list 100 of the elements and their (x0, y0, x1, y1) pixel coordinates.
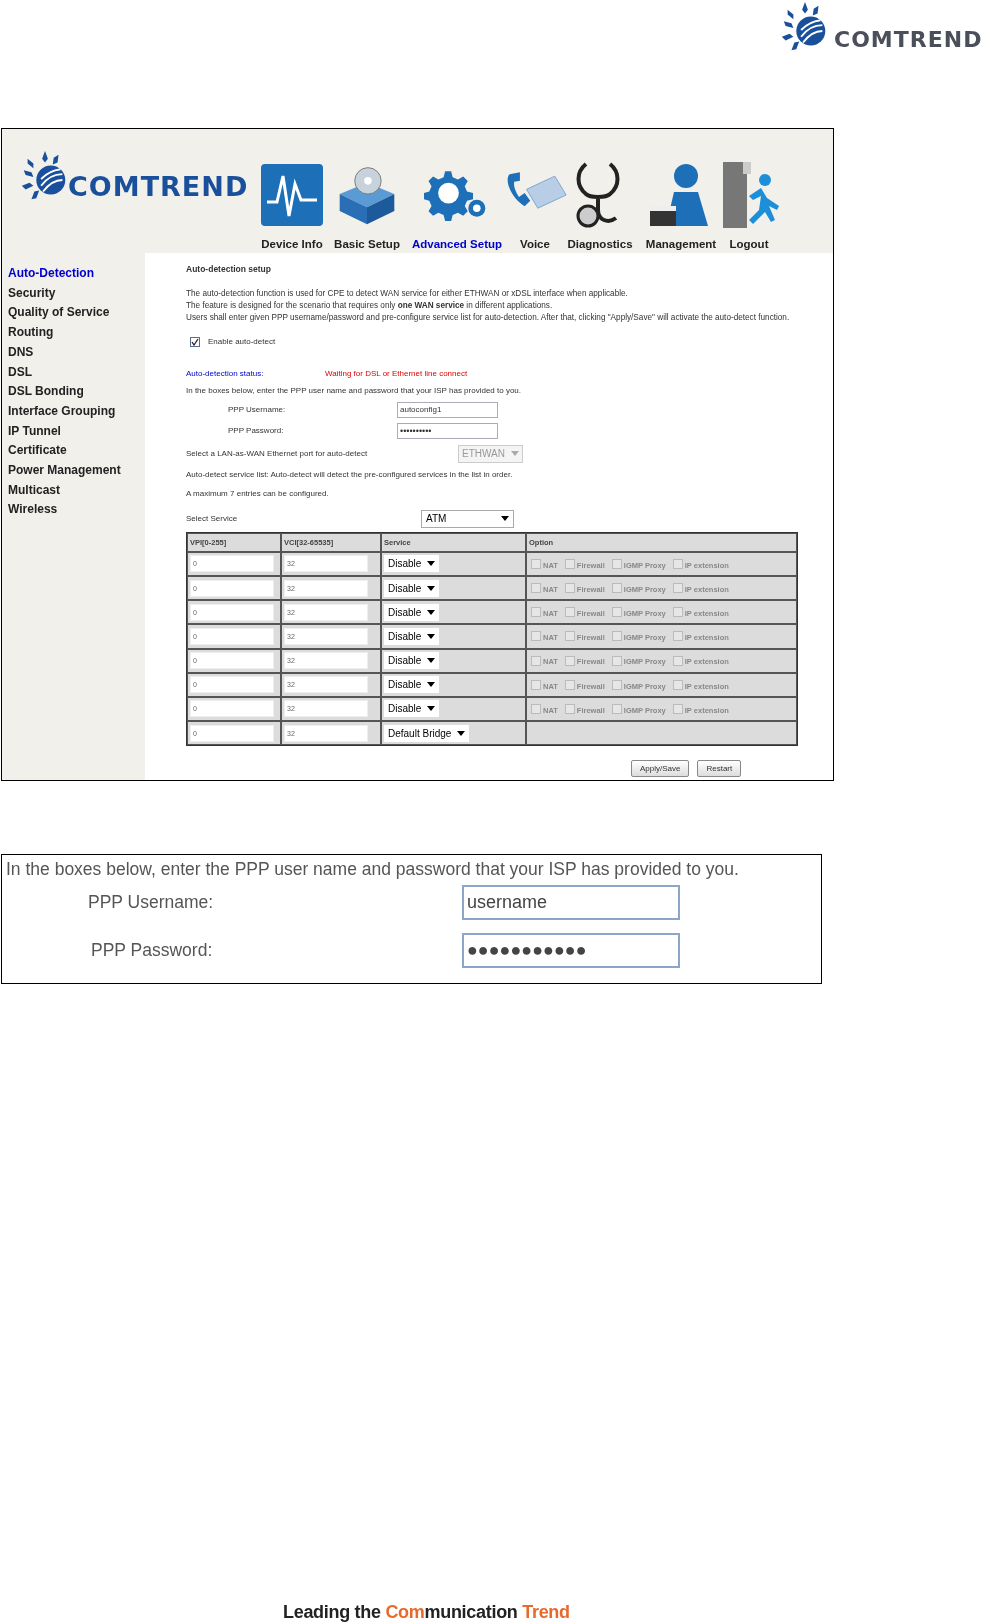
caret-icon (427, 561, 436, 567)
sidebar-item[interactable]: Wireless (8, 500, 145, 521)
checkbox[interactable] (611, 558, 622, 569)
dropdown[interactable]: Disable (384, 676, 440, 694)
router-logo: COMTREND (68, 169, 249, 204)
caret-icon (427, 658, 436, 664)
sidebar-item[interactable]: Certificate (8, 441, 145, 462)
section-heading: Auto-detection setup (186, 263, 271, 276)
checkbox[interactable] (672, 703, 683, 714)
dropdown-value: ATM (426, 512, 447, 527)
checkbox[interactable] (531, 607, 541, 618)
checkbox[interactable] (531, 583, 541, 594)
sidebar-item[interactable]: Routing (8, 323, 145, 343)
sidebar-item[interactable]: DSL (8, 362, 145, 383)
dropdown[interactable]: Default Bridge (384, 724, 470, 742)
checkbox[interactable] (564, 607, 575, 618)
sidebar-item[interactable]: Quality of Service (8, 303, 145, 324)
nav-tab[interactable]: Diagnostics (567, 235, 633, 253)
instruction-text: In the boxes below, enter the PPP user name and password that your ISP has provided to you. (6, 859, 740, 879)
field-label: Select Service (186, 512, 239, 525)
checkbox[interactable] (672, 631, 683, 642)
nav-tab[interactable]: Device Info (261, 235, 323, 253)
sidebar-item[interactable]: Auto-Detection (8, 264, 145, 284)
description-line: The auto-detection function is used for CPE to detect WAN service for either ETHWAN or xDSL interface when applicable. (186, 287, 628, 300)
checkbox[interactable] (611, 631, 622, 642)
password-field[interactable]: •••••••••• (397, 422, 498, 439)
checkbox[interactable] (564, 583, 575, 594)
dropdown[interactable]: Disable (384, 603, 440, 621)
sidebar-item[interactable]: IP Tunnel (8, 421, 145, 442)
checkbox[interactable] (611, 583, 622, 594)
dropdown[interactable]: Disable (384, 627, 440, 645)
caret-icon (427, 609, 436, 615)
info-text: Auto-detect service list: Auto-detect will detect the pre-configured services in the list in order. (186, 468, 513, 481)
checkbox[interactable] (611, 607, 622, 618)
caret-icon (511, 451, 519, 457)
dropdown[interactable]: ATM (421, 509, 514, 528)
checkbox[interactable] (531, 558, 541, 569)
status-value: Waiting for DSL or Ethernet line connect (325, 367, 468, 380)
nav-tab[interactable]: Logout (729, 235, 769, 253)
checkbox[interactable] (672, 655, 683, 666)
checkbox[interactable] (531, 703, 541, 714)
description-line: The feature is designed for the scenario that requires only one WAN service in different applications. (186, 299, 553, 312)
nav-tab[interactable]: Advanced Setup (411, 235, 503, 253)
dropdown[interactable]: Disable (384, 652, 440, 670)
checkbox[interactable] (564, 558, 575, 569)
dropdown-value: Disable (388, 605, 422, 620)
sidebar-item[interactable]: DNS (8, 342, 145, 363)
checkbox[interactable] (190, 336, 200, 347)
checkbox[interactable] (564, 631, 575, 642)
checkbox[interactable] (564, 703, 575, 714)
checkbox[interactable] (531, 655, 541, 666)
sidebar-item[interactable]: Power Management (8, 461, 145, 481)
sidebar-item[interactable]: Interface Grouping (8, 401, 145, 422)
footer-slogan: Leading the Communication Trend (283, 1601, 570, 1624)
password-field[interactable]: ●●●●●●●●●●● (462, 933, 680, 968)
dropdown-value: Disable (388, 581, 422, 596)
checkbox[interactable] (611, 655, 622, 666)
field-label: PPP Username: (227, 403, 287, 416)
field-label: Select a LAN-as-WAN Ethernet port for auto-detect (186, 447, 369, 460)
field-label: PPP Username: (87, 891, 215, 915)
checkbox[interactable] (531, 679, 541, 690)
username-field[interactable]: autoconfig1 (397, 401, 498, 418)
dropdown[interactable]: Disable (384, 579, 440, 597)
dropdown-value: Disable (388, 557, 422, 572)
sidebar-item[interactable]: Multicast (8, 480, 145, 501)
checkbox[interactable] (672, 679, 683, 690)
status-label: Auto-detection status: (186, 367, 265, 380)
caret-icon (427, 682, 436, 688)
dropdown[interactable]: Disable (384, 555, 440, 573)
checkbox[interactable] (564, 679, 575, 690)
dropdown-value: Disable (388, 629, 422, 644)
instruction-text: In the boxes below, enter the PPP user name and password that your ISP has provided to you. (186, 384, 522, 397)
checkbox[interactable] (611, 679, 622, 690)
checkbox[interactable] (672, 607, 683, 618)
brand-logo: COMTREND (834, 26, 983, 54)
nav-tab[interactable]: Management (645, 235, 717, 253)
nav-tab[interactable]: Voice (520, 235, 550, 253)
info-text: A maximum 7 entries can be configured. (186, 487, 329, 500)
checkbox-label: Enable auto-detect (208, 335, 276, 348)
username-field[interactable]: username (462, 885, 680, 920)
checkbox[interactable] (611, 703, 622, 714)
dropdown-value: Default Bridge (388, 726, 452, 741)
dropdown-value: Disable (388, 678, 422, 693)
action-button[interactable]: Apply/Save (631, 760, 690, 778)
caret-icon (457, 730, 466, 736)
dropdown-value: Disable (388, 654, 422, 669)
sidebar-item[interactable]: Security (8, 283, 145, 304)
nav-tab[interactable]: Basic Setup (334, 235, 400, 253)
sidebar-item[interactable]: DSL Bonding (8, 382, 145, 402)
checkbox[interactable] (672, 558, 683, 569)
description-line: Users shall enter given PPP username/password and pre-configure service list for auto-detection. After that, clicking "Apply/Save" will activate the auto-detect function. (186, 311, 790, 324)
caret-icon (427, 706, 436, 712)
checkbox[interactable] (531, 631, 541, 642)
caret-icon (501, 516, 509, 522)
checkbox[interactable] (672, 583, 683, 594)
field-label: PPP Password: (90, 939, 214, 963)
dropdown[interactable]: Disable (384, 700, 440, 718)
caret-icon (427, 585, 436, 591)
action-button[interactable]: Restart (697, 760, 742, 778)
checkbox[interactable] (564, 655, 575, 666)
